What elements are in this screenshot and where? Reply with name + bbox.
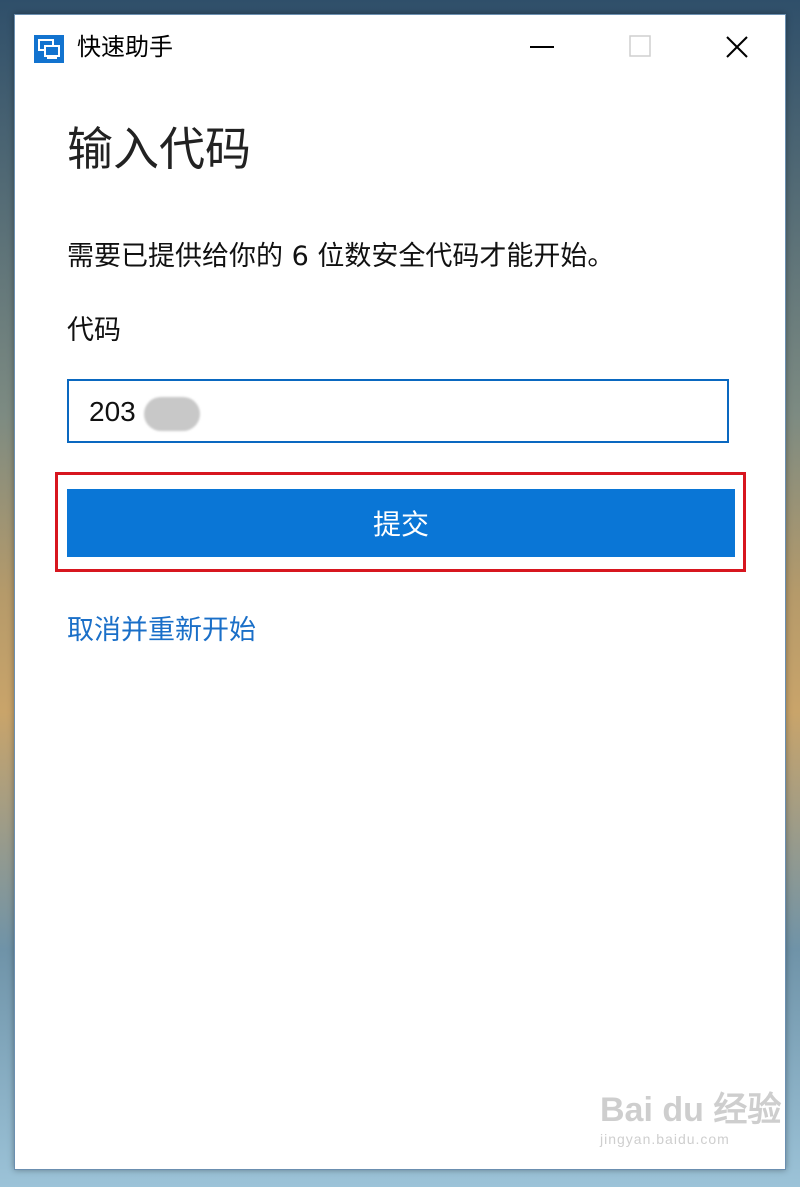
submit-button[interactable]: 提交 <box>67 489 735 557</box>
watermark-logo: Bai du 经验 <box>600 1091 782 1129</box>
minimize-button[interactable] <box>520 25 564 69</box>
maximize-icon <box>629 35 651 57</box>
instruction-text: 需要已提供给你的 6 位数安全代码才能开始。 <box>67 241 615 272</box>
close-icon <box>726 36 748 58</box>
watermark: Bai du 经验 jingyan.baidu.com <box>600 1090 781 1148</box>
redaction-mask <box>144 397 200 431</box>
title-bar[interactable]: 快速助手 <box>15 15 785 77</box>
window-title: 快速助手 <box>77 33 173 61</box>
code-input[interactable]: 203 <box>67 379 729 443</box>
maximize-button[interactable] <box>618 25 662 69</box>
close-button[interactable] <box>715 25 759 69</box>
minimize-icon <box>530 46 554 48</box>
cancel-restart-link[interactable]: 取消并重新开始 <box>67 613 256 649</box>
page-title: 输入代码 <box>67 122 251 176</box>
quick-assist-window: 快速助手 输入代码 需要已提供给你的 6 位数安全代码才能开始。 代码 203 … <box>14 14 786 1170</box>
code-label: 代码 <box>67 315 121 346</box>
watermark-url: jingyan.baidu.com <box>600 1131 730 1147</box>
quick-assist-icon <box>34 35 64 63</box>
code-value: 203 <box>89 396 136 427</box>
